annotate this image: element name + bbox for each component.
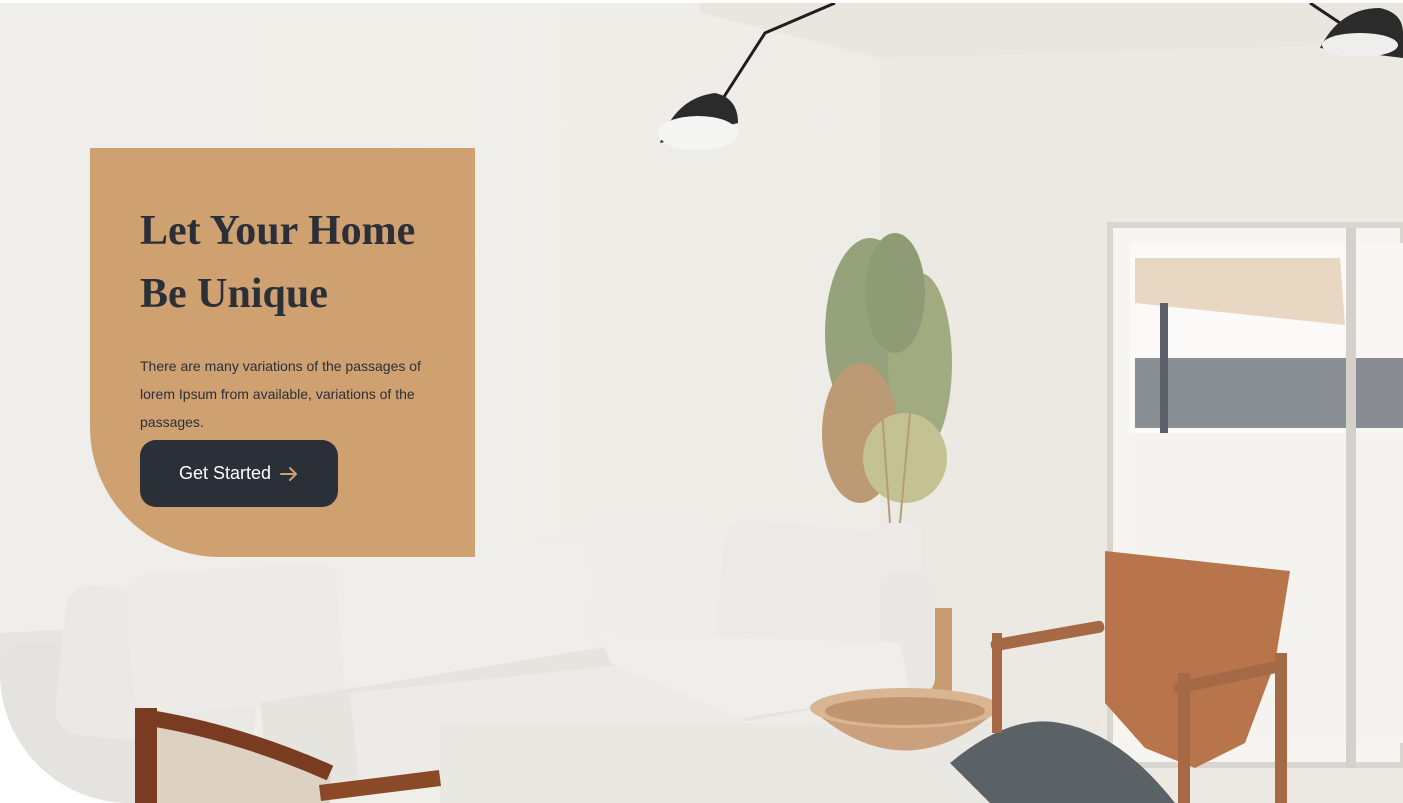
hero-card: Let Your Home Be Unique There are many v… xyxy=(90,148,475,557)
hero-section: Let Your Home Be Unique There are many v… xyxy=(0,0,1403,803)
get-started-button[interactable]: Get Started xyxy=(140,440,338,507)
hero-title: Let Your Home Be Unique xyxy=(140,200,440,326)
arrow-right-icon xyxy=(279,465,299,483)
get-started-button-label: Get Started xyxy=(178,463,272,483)
hero-title-line-1: Let Your Home xyxy=(140,208,416,254)
hero-description: There are many variations of the passage… xyxy=(140,358,421,430)
hero-title-line-2: Be Unique xyxy=(140,271,328,317)
